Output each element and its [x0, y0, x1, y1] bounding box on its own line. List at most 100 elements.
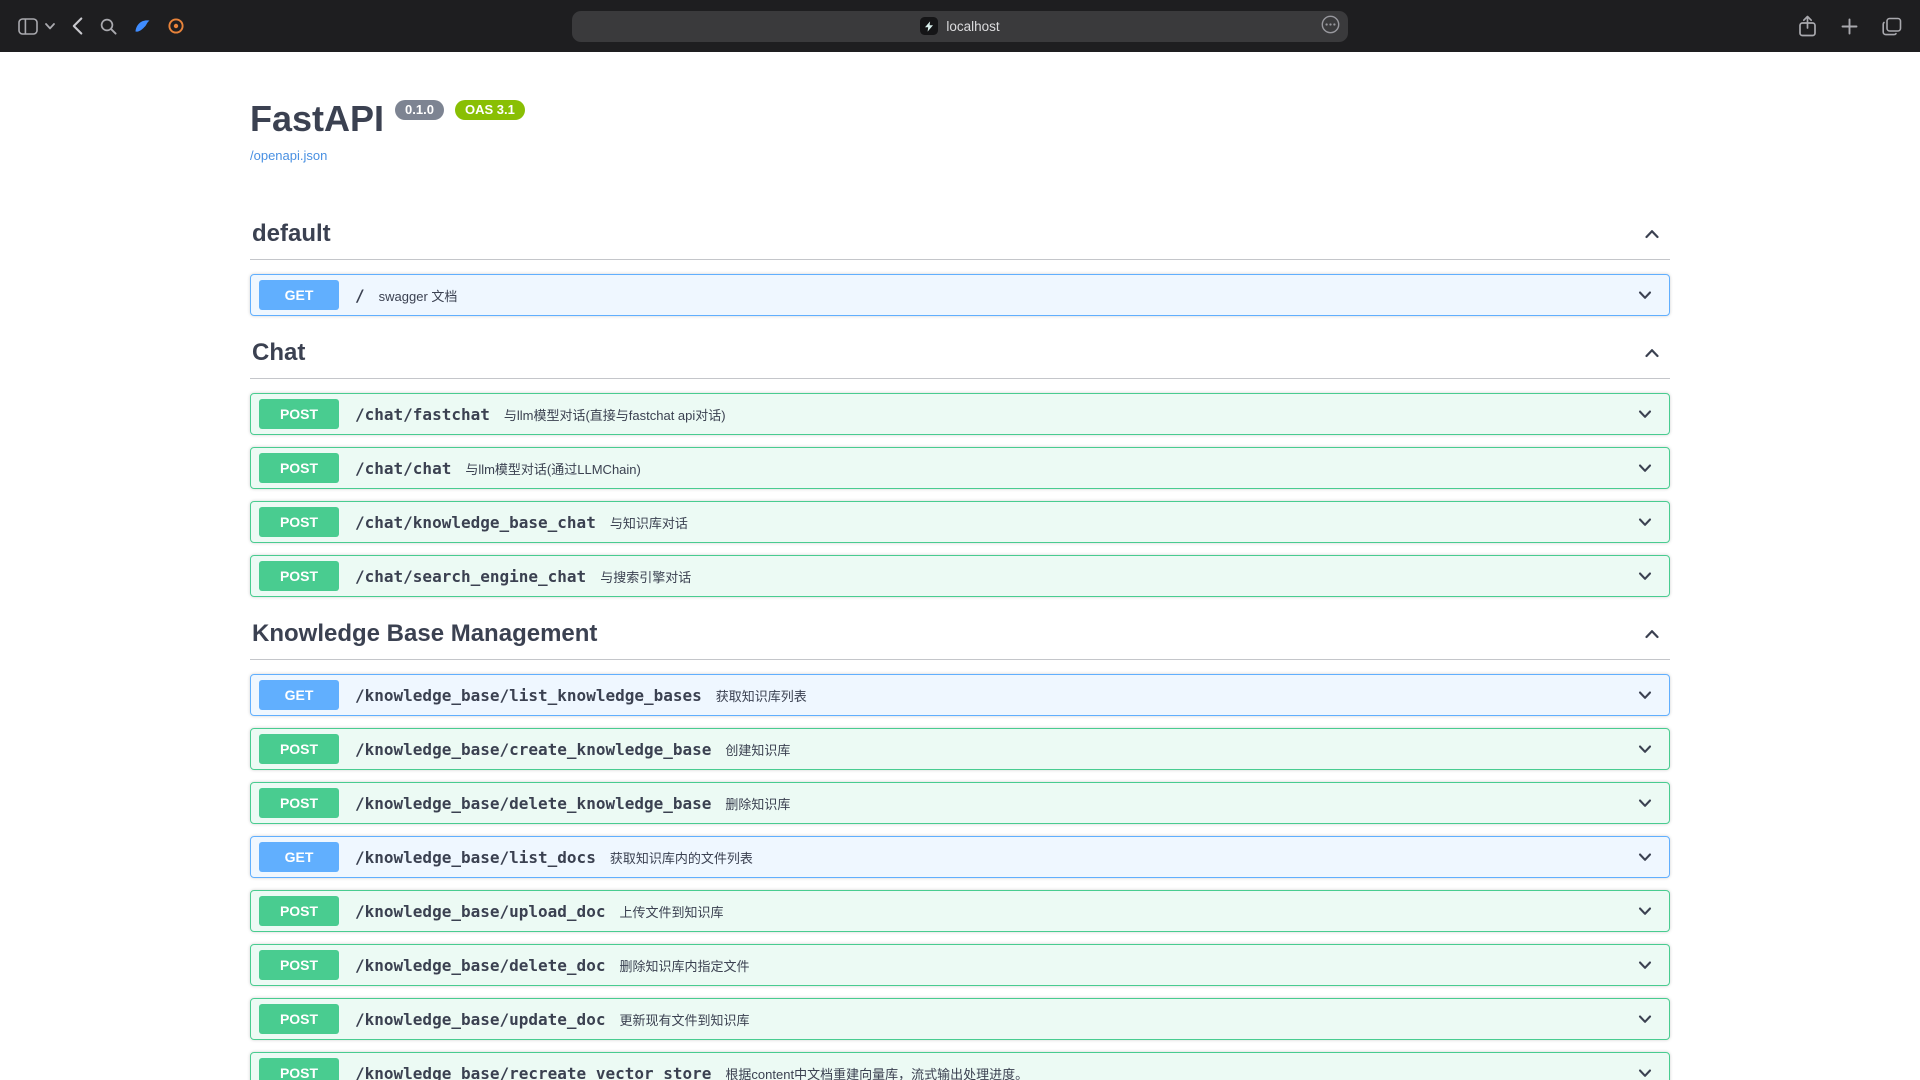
endpoint-row[interactable]: POST /knowledge_base/update_doc 更新现有文件到知… [250, 998, 1670, 1040]
expand-chevron-icon[interactable] [1635, 566, 1655, 586]
endpoint-path: /knowledge_base/upload_doc [355, 902, 605, 921]
endpoint-row[interactable]: GET /knowledge_base/list_docs 获取知识库内的文件列… [250, 836, 1670, 878]
endpoint-summary: 与知识库对话 [610, 513, 688, 532]
endpoint-row[interactable]: GET /knowledge_base/list_knowledge_bases… [250, 674, 1670, 716]
api-sections: default GET / swagger 文档 Chat POST /chat… [250, 209, 1670, 1080]
expand-chevron-icon[interactable] [1635, 404, 1655, 424]
section-header[interactable]: default [250, 209, 1670, 260]
method-badge: POST [259, 399, 339, 429]
api-title: FastAPI 0.1.0 OAS 3.1 [250, 98, 1670, 140]
api-section: Knowledge Base Management GET /knowledge… [250, 609, 1670, 1080]
expand-chevron-icon[interactable] [1635, 512, 1655, 532]
section-title: Chat [252, 339, 305, 367]
endpoint-summary: 与搜索引擎对话 [600, 567, 691, 586]
expand-chevron-icon[interactable] [1635, 685, 1655, 705]
endpoint-row[interactable]: POST /chat/fastchat 与llm模型对话(直接与fastchat… [250, 393, 1670, 435]
method-badge: POST [259, 734, 339, 764]
search-icon[interactable] [100, 18, 117, 35]
tab-overview-icon[interactable] [1882, 17, 1902, 36]
expand-chevron-icon[interactable] [1635, 1009, 1655, 1029]
expand-chevron-icon[interactable] [1635, 793, 1655, 813]
endpoint-summary: 删除知识库 [725, 794, 790, 813]
section-title: default [252, 220, 331, 248]
endpoint-path: /knowledge_base/delete_doc [355, 956, 605, 975]
url-text: localhost [946, 19, 999, 34]
method-badge: GET [259, 680, 339, 710]
swagger-page: FastAPI 0.1.0 OAS 3.1 /openapi.json defa… [0, 52, 1920, 1080]
endpoint-summary: swagger 文档 [379, 286, 458, 305]
endpoint-path: /knowledge_base/update_doc [355, 1010, 605, 1029]
collapse-chevron-icon[interactable] [1642, 343, 1662, 363]
endpoint-path: /knowledge_base/list_knowledge_bases [355, 686, 702, 705]
endpoint-list: GET /knowledge_base/list_knowledge_bases… [250, 660, 1670, 1080]
back-icon[interactable] [72, 17, 83, 35]
endpoint-summary: 上传文件到知识库 [619, 902, 723, 921]
method-badge: POST [259, 1004, 339, 1034]
endpoint-path: /knowledge_base/create_knowledge_base [355, 740, 711, 759]
endpoint-path: / [355, 286, 365, 305]
new-tab-icon[interactable] [1841, 18, 1858, 35]
endpoint-row[interactable]: POST /knowledge_base/recreate_vector_sto… [250, 1052, 1670, 1080]
expand-chevron-icon[interactable] [1635, 955, 1655, 975]
endpoint-path: /chat/fastchat [355, 405, 490, 424]
collapse-chevron-icon[interactable] [1642, 224, 1662, 244]
method-badge: POST [259, 896, 339, 926]
browser-toolbar: localhost [0, 0, 1920, 52]
method-badge: POST [259, 453, 339, 483]
endpoint-row[interactable]: POST /chat/chat 与llm模型对话(通过LLMChain) [250, 447, 1670, 489]
endpoint-row[interactable]: POST /knowledge_base/upload_doc 上传文件到知识库 [250, 890, 1670, 932]
endpoint-row[interactable]: POST /knowledge_base/delete_knowledge_ba… [250, 782, 1670, 824]
endpoint-path: /knowledge_base/delete_knowledge_base [355, 794, 711, 813]
sidebar-toggle-icon[interactable] [18, 18, 38, 35]
expand-chevron-icon[interactable] [1635, 458, 1655, 478]
endpoint-list: GET / swagger 文档 [250, 260, 1670, 316]
expand-chevron-icon[interactable] [1635, 901, 1655, 921]
endpoint-row[interactable]: POST /knowledge_base/delete_doc 删除知识库内指定… [250, 944, 1670, 986]
endpoint-row[interactable]: POST /chat/knowledge_base_chat 与知识库对话 [250, 501, 1670, 543]
endpoint-row[interactable]: POST /chat/search_engine_chat 与搜索引擎对话 [250, 555, 1670, 597]
endpoint-path: /chat/chat [355, 459, 451, 478]
expand-chevron-icon[interactable] [1635, 847, 1655, 867]
version-badge: 0.1.0 [395, 100, 444, 120]
endpoint-summary: 更新现有文件到知识库 [619, 1010, 749, 1029]
endpoint-path: /chat/search_engine_chat [355, 567, 586, 586]
endpoint-summary: 获取知识库内的文件列表 [610, 848, 753, 867]
method-badge: POST [259, 950, 339, 980]
site-favicon-icon [920, 17, 938, 35]
page-settings-ellipsis-icon[interactable] [1321, 15, 1340, 37]
method-badge: GET [259, 280, 339, 310]
extension-icon-blue[interactable] [134, 18, 151, 34]
expand-chevron-icon[interactable] [1635, 1063, 1655, 1080]
method-badge: POST [259, 561, 339, 591]
endpoint-path: /knowledge_base/list_docs [355, 848, 596, 867]
collapse-chevron-icon[interactable] [1642, 624, 1662, 644]
section-header[interactable]: Knowledge Base Management [250, 609, 1670, 660]
endpoint-summary: 根据content中文档重建向量库，流式输出处理进度。 [725, 1064, 1028, 1080]
method-badge: POST [259, 507, 339, 537]
share-icon[interactable] [1798, 15, 1817, 37]
tab-group-chevron-icon[interactable] [45, 23, 55, 30]
openapi-link[interactable]: /openapi.json [250, 148, 327, 163]
endpoint-list: POST /chat/fastchat 与llm模型对话(直接与fastchat… [250, 379, 1670, 597]
endpoint-summary: 获取知识库列表 [716, 686, 807, 705]
endpoint-summary: 创建知识库 [725, 740, 790, 759]
endpoint-path: /knowledge_base/recreate_vector_store [355, 1064, 711, 1080]
endpoint-row[interactable]: GET / swagger 文档 [250, 274, 1670, 316]
api-title-text: FastAPI [250, 98, 384, 140]
section-header[interactable]: Chat [250, 328, 1670, 379]
expand-chevron-icon[interactable] [1635, 739, 1655, 759]
endpoint-path: /chat/knowledge_base_chat [355, 513, 596, 532]
endpoint-summary: 删除知识库内指定文件 [619, 956, 749, 975]
section-title: Knowledge Base Management [252, 620, 597, 648]
oas-badge: OAS 3.1 [455, 100, 525, 120]
endpoint-row[interactable]: POST /knowledge_base/create_knowledge_ba… [250, 728, 1670, 770]
method-badge: GET [259, 842, 339, 872]
method-badge: POST [259, 1058, 339, 1080]
endpoint-summary: 与llm模型对话(直接与fastchat api对话) [504, 405, 726, 424]
extension-icon-orange[interactable] [168, 18, 184, 34]
address-bar[interactable]: localhost [572, 11, 1348, 42]
api-section: Chat POST /chat/fastchat 与llm模型对话(直接与fas… [250, 328, 1670, 597]
expand-chevron-icon[interactable] [1635, 285, 1655, 305]
endpoint-summary: 与llm模型对话(通过LLMChain) [465, 459, 641, 478]
api-section: default GET / swagger 文档 [250, 209, 1670, 316]
